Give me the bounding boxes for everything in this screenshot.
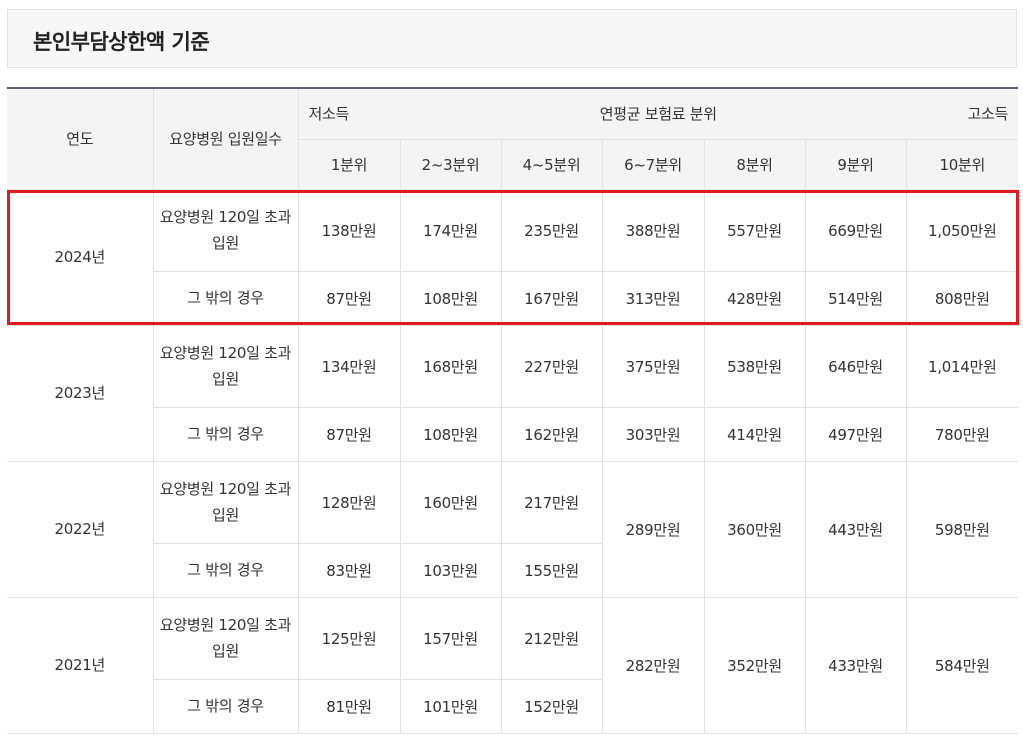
header-decile-band: 저소득 연평균 보험료 분위 고소득 xyxy=(297,87,1019,140)
cap-value: 1,014만원 xyxy=(905,324,1019,408)
stay-label: 그 밖의 경우 xyxy=(153,678,299,734)
stay-label: 요양병원 120일 초과 입원 xyxy=(152,188,299,272)
cap-value: 313만원 xyxy=(601,270,705,326)
table-row: 2021년 요양병원 120일 초과 입원 125만원 157만원 212만원 … xyxy=(7,596,1019,734)
cap-value: 388만원 xyxy=(601,188,705,272)
cap-value: 167만원 xyxy=(500,270,603,326)
cap-value: 108만원 xyxy=(399,406,502,462)
header-decile: 1분위 xyxy=(298,138,401,190)
cap-value: 282만원 xyxy=(601,596,705,734)
table-row: 그 밖의 경우 87만원 108만원 162만원 303만원 414만원 497… xyxy=(7,406,1019,462)
cap-value: 81만원 xyxy=(297,678,401,734)
stay-label: 요양병원 120일 초과 입원 xyxy=(152,460,299,544)
cap-value: 443만원 xyxy=(804,460,907,598)
stay-label: 요양병원 120일 초과 입원 xyxy=(152,324,299,408)
cap-value: 227만원 xyxy=(500,324,603,408)
cap-value: 212만원 xyxy=(500,596,603,680)
cap-value: 160만원 xyxy=(399,460,502,544)
cap-value: 360만원 xyxy=(703,460,806,598)
year-cell: 2021년 xyxy=(7,596,154,734)
header-decile: 2~3분위 xyxy=(399,138,502,190)
stay-label: 요양병원 120일 초과 입원 xyxy=(152,596,299,680)
header-decile: 8분위 xyxy=(703,138,806,190)
cap-value: 128만원 xyxy=(297,460,401,544)
cap-value: 155만원 xyxy=(500,542,602,598)
header-decile: 9분위 xyxy=(804,138,907,190)
cap-value: 557만원 xyxy=(703,188,806,272)
cap-value: 646만원 xyxy=(804,324,907,408)
cap-value: 108만원 xyxy=(399,270,502,326)
cap-value: 217만원 xyxy=(500,460,603,544)
stay-label: 그 밖의 경우 xyxy=(153,406,299,462)
cap-value: 428만원 xyxy=(703,270,806,326)
stay-label: 그 밖의 경우 xyxy=(153,270,299,326)
year-cell: 2022년 xyxy=(7,460,154,598)
cap-value: 538만원 xyxy=(703,324,806,408)
cap-value: 780만원 xyxy=(905,406,1019,462)
cap-value: 157만원 xyxy=(399,596,502,680)
header-low-income: 저소득 xyxy=(308,105,350,124)
table-row: 2022년 요양병원 120일 초과 입원 128만원 160만원 217만원 … xyxy=(7,460,1019,598)
cap-value: 808만원 xyxy=(905,270,1019,326)
header-decile: 4~5분위 xyxy=(500,138,603,190)
cap-value: 414만원 xyxy=(703,406,806,462)
cap-value: 598만원 xyxy=(905,460,1019,598)
header-decile: 10분위 xyxy=(905,138,1019,190)
cap-value: 235만원 xyxy=(500,188,603,272)
table-row: 그 밖의 경우 87만원 108만원 167만원 313만원 428만원 514… xyxy=(7,270,1019,326)
cap-value: 138만원 xyxy=(297,188,401,272)
cap-value: 162만원 xyxy=(500,406,603,462)
year-cell: 2024년 xyxy=(7,188,154,326)
header-high-income: 고소득 xyxy=(967,105,1009,124)
cap-value: 168만원 xyxy=(399,324,502,408)
cap-value: 174만원 xyxy=(399,188,502,272)
stay-label: 그 밖의 경우 xyxy=(153,542,299,598)
copay-cap-table: 연도 요양병원 입원일수 저소득 연평균 보험료 분위 고소득 1분위 2~3분… xyxy=(7,87,1019,734)
table-row: 2024년 요양병원 120일 초과 입원 138만원 174만원 235만원 … xyxy=(7,188,1019,326)
cap-value: 497만원 xyxy=(804,406,907,462)
cap-value: 87만원 xyxy=(297,270,401,326)
header-stay-days: 요양병원 입원일수 xyxy=(152,87,299,190)
cap-value: 669만원 xyxy=(804,188,907,272)
cap-value: 152만원 xyxy=(500,678,602,734)
cap-value: 352만원 xyxy=(703,596,806,734)
section-title-box: 본인부담상한액 기준 xyxy=(7,9,1017,68)
cap-value: 433만원 xyxy=(804,596,907,734)
year-cell: 2023년 xyxy=(7,324,154,462)
cap-value: 87만원 xyxy=(297,406,401,462)
header-year: 연도 xyxy=(7,87,154,190)
cap-value: 101만원 xyxy=(399,678,502,734)
cap-value: 514만원 xyxy=(804,270,907,326)
cap-value: 103만원 xyxy=(399,542,502,598)
cap-value: 125만원 xyxy=(297,596,401,680)
header-decile: 6~7분위 xyxy=(601,138,705,190)
cap-value: 584만원 xyxy=(905,596,1019,734)
section-title: 본인부담상한액 기준 xyxy=(33,30,210,54)
header-decile-title: 연평균 보험료 분위 xyxy=(599,105,717,124)
cap-value: 1,050만원 xyxy=(905,188,1019,272)
cap-value: 134만원 xyxy=(297,324,401,408)
table-row: 2023년 요양병원 120일 초과 입원 134만원 168만원 227만원 … xyxy=(7,324,1019,462)
cap-value: 289만원 xyxy=(601,460,705,598)
cap-value: 375만원 xyxy=(601,324,705,408)
cap-value: 303만원 xyxy=(601,406,705,462)
cap-value: 83만원 xyxy=(297,542,401,598)
